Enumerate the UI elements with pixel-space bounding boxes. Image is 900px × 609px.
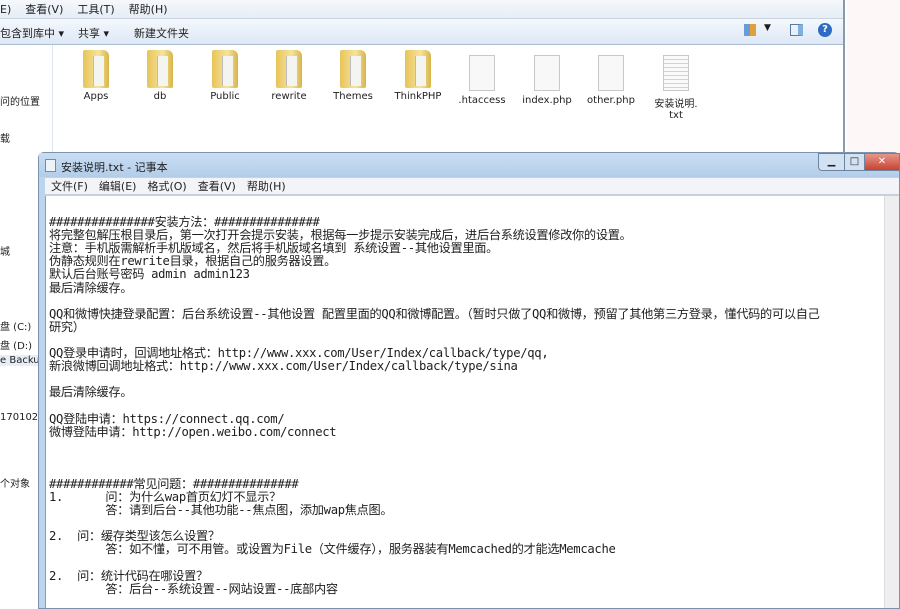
notepad-menu-bar: 文件(F) 编辑(E) 格式(O) 查看(V) 帮助(H): [45, 178, 899, 195]
folder-icon: [276, 50, 302, 88]
item-label: Themes: [333, 91, 373, 102]
menu-format[interactable]: 格式(O): [147, 178, 186, 194]
menu-help[interactable]: 帮助(H): [129, 1, 168, 17]
text-line: 答：如不懂，可不用管。或设置为File（文件缓存），服务器装有Memcached…: [49, 542, 616, 557]
text-line: 研究）: [49, 319, 85, 334]
item-label: Apps: [83, 91, 109, 102]
menu-view[interactable]: 查看(V): [198, 178, 236, 194]
menu-help[interactable]: 帮助(H): [247, 178, 286, 194]
text-line: [46, 465, 899, 478]
menu-file[interactable]: 文件(F): [51, 178, 88, 194]
status-item-count: 个对象: [0, 479, 30, 490]
menu-view[interactable]: 查看(V): [25, 1, 63, 17]
text-line: [46, 557, 899, 570]
menu-edit[interactable]: 编辑(E): [99, 178, 137, 194]
item-label: ThinkPHP: [394, 91, 442, 102]
item-label: rewrite: [271, 91, 307, 102]
text-line: [46, 373, 899, 386]
item-label: other.php: [587, 95, 635, 106]
text-line: 2. 问：统计代码在哪设置？: [49, 568, 208, 583]
preview-pane-icon[interactable]: [790, 24, 803, 36]
text-line: 新浪微博回调地址格式：http://www.xxx.com/User/Index…: [49, 359, 518, 374]
folder-rewrite[interactable]: rewrite: [259, 50, 319, 102]
nav-item[interactable]: 载: [0, 130, 10, 145]
file-index-php[interactable]: index.php: [517, 55, 577, 106]
text-line: 最后清除缓存。: [49, 385, 133, 400]
explorer-toolbar: 包含到库中 ▾ 共享 ▾ 新建文件夹 ▼ ?: [0, 19, 843, 45]
folder-themes[interactable]: Themes: [323, 50, 383, 102]
item-label: .htaccess: [458, 95, 506, 106]
nav-drive-c[interactable]: 盘 (C:): [0, 318, 31, 333]
notepad-window: 安装说明.txt - 记事本 ▁ □ ✕ 文件(F) 编辑(E) 格式(O) 查…: [38, 152, 900, 609]
text-line: [46, 399, 899, 412]
folder-public[interactable]: Public: [195, 50, 255, 102]
folder-icon: [147, 50, 173, 88]
text-line: 默认后台账号密码 admin admin123: [49, 267, 250, 282]
file-htaccess[interactable]: .htaccess: [452, 55, 512, 106]
text-line: 微博登陆申请：http://open.weibo.com/connect: [49, 424, 337, 439]
text-file-icon: [663, 55, 689, 91]
item-label: 安装说明.txt: [654, 99, 698, 121]
help-icon[interactable]: ?: [818, 23, 832, 37]
folder-thinkphp[interactable]: ThinkPHP: [388, 50, 448, 102]
text-line: [46, 295, 899, 308]
folder-icon: [340, 50, 366, 88]
include-in-library-button[interactable]: 包含到库中 ▾: [0, 25, 64, 41]
folder-db[interactable]: db: [130, 50, 190, 102]
text-editor-area[interactable]: ###############安装方法：############### 将完整包解…: [45, 196, 899, 608]
folder-apps[interactable]: Apps: [66, 50, 126, 102]
file-icon: [598, 55, 624, 91]
notepad-title-bar[interactable]: 安装说明.txt - 记事本 ▁ □ ✕: [39, 153, 900, 177]
view-options-icon[interactable]: [744, 24, 756, 36]
new-folder-button[interactable]: 新建文件夹: [134, 25, 189, 41]
file-icon: [534, 55, 560, 91]
item-label: db: [153, 91, 167, 102]
minimize-button[interactable]: ▁: [818, 153, 845, 171]
notepad-icon: [45, 159, 56, 172]
nav-drive-d[interactable]: 盘 (D:): [0, 337, 32, 352]
explorer-menu-bar: E) 查看(V) 工具(T) 帮助(H): [0, 0, 843, 19]
folder-icon: [212, 50, 238, 88]
text-line: QQ登陆申请：https://connect.qq.com/: [49, 411, 285, 426]
close-button[interactable]: ✕: [864, 153, 900, 171]
nav-item[interactable]: 城: [0, 243, 10, 258]
window-title: 安装说明.txt - 记事本: [61, 161, 168, 174]
menu-tools[interactable]: 工具(T): [77, 1, 114, 17]
item-label: Public: [210, 91, 240, 102]
folder-icon: [83, 50, 109, 88]
nav-item[interactable]: 问的位置: [0, 93, 40, 108]
item-label: index.php: [522, 95, 572, 106]
file-icon: [469, 55, 495, 91]
text-line: QQ和微博快捷登录配置：后台系统设置--其他设置 配置里面的QQ和微博配置。（暂…: [49, 306, 820, 321]
text-line: 最后清除缓存。: [49, 280, 133, 295]
file-install-txt[interactable]: 安装说明.txt: [645, 55, 707, 121]
vertical-scrollbar[interactable]: [884, 196, 899, 608]
maximize-button[interactable]: □: [844, 153, 865, 171]
view-dropdown-icon[interactable]: ▼: [764, 23, 771, 33]
text-line: [46, 439, 899, 452]
text-line: 答：请到后台--其他功能--焦点图，添加wap焦点图。: [49, 503, 393, 518]
file-other-php[interactable]: other.php: [581, 55, 641, 106]
menu-edit[interactable]: E): [0, 3, 11, 16]
share-button[interactable]: 共享 ▾: [78, 25, 109, 41]
text-line: [46, 452, 899, 465]
folder-icon: [405, 50, 431, 88]
text-line: 答：后台--系统设置--网站设置--底部内容: [49, 581, 338, 596]
